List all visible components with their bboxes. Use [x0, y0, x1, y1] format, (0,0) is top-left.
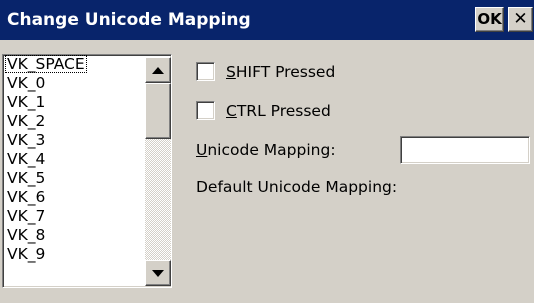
virtual-key-listbox[interactable]: VK_SPACE VK_0 VK_1 VK_2 VK_3 VK_4 VK_5 VK_6 VK_7… — [2, 54, 172, 288]
list-item-label: VK_2 — [7, 112, 46, 130]
list-item[interactable]: VK_9 — [3, 245, 143, 264]
list-item[interactable]: VK_1 — [3, 93, 143, 112]
triangle-up-icon — [152, 67, 164, 74]
list-item-label: VK_8 — [7, 226, 46, 244]
list-item[interactable]: VK_4 — [3, 150, 143, 169]
list-item[interactable]: VK_2 — [3, 112, 143, 131]
ctrl-pressed-checkbox[interactable] — [196, 101, 215, 120]
scroll-down-button[interactable] — [145, 260, 171, 286]
list-item-label: VK_SPACE — [5, 55, 87, 73]
unicode-mapping-input[interactable] — [400, 136, 530, 164]
close-button[interactable]: ✕ — [508, 7, 533, 32]
list-item-label: VK_3 — [7, 131, 46, 149]
window-title: Change Unicode Mapping — [7, 10, 251, 30]
list-item-label: VK_7 — [7, 207, 46, 225]
list-item[interactable]: VK_7 — [3, 207, 143, 226]
list-item-label: VK_5 — [7, 169, 46, 187]
ctrl-pressed-label[interactable]: CTRL Pressed — [226, 100, 331, 122]
list-item-label: VK_1 — [7, 93, 46, 111]
list-item[interactable]: VK_0 — [3, 74, 143, 93]
list-item[interactable]: VK_8 — [3, 226, 143, 245]
list-item[interactable]: VK_SPACE — [3, 55, 143, 74]
list-item-label: VK_0 — [7, 74, 46, 92]
list-item-label: VK_6 — [7, 188, 46, 206]
unicode-mapping-label: Unicode Mapping: — [196, 141, 336, 159]
title-bar: Change Unicode Mapping OK ✕ — [0, 0, 534, 40]
ok-button[interactable]: OK — [475, 7, 504, 32]
scroll-up-button[interactable] — [145, 57, 171, 83]
default-unicode-mapping-label: Default Unicode Mapping: — [196, 178, 398, 196]
triangle-down-icon — [152, 270, 164, 277]
list-item-label: VK_9 — [7, 245, 46, 263]
list-item[interactable]: VK_6 — [3, 188, 143, 207]
shift-pressed-checkbox[interactable] — [196, 62, 215, 81]
list-item[interactable]: VK_3 — [3, 131, 143, 150]
list-scrollbar[interactable] — [145, 57, 171, 286]
virtual-key-list: VK_SPACE VK_0 VK_1 VK_2 VK_3 VK_4 VK_5 VK_6 VK_7… — [3, 55, 143, 287]
close-icon: ✕ — [513, 9, 528, 29]
list-item[interactable]: VK_5 — [3, 169, 143, 188]
list-item-label: VK_4 — [7, 150, 46, 168]
shift-pressed-label[interactable]: SHIFT Pressed — [226, 61, 335, 83]
scroll-thumb[interactable] — [145, 83, 171, 139]
